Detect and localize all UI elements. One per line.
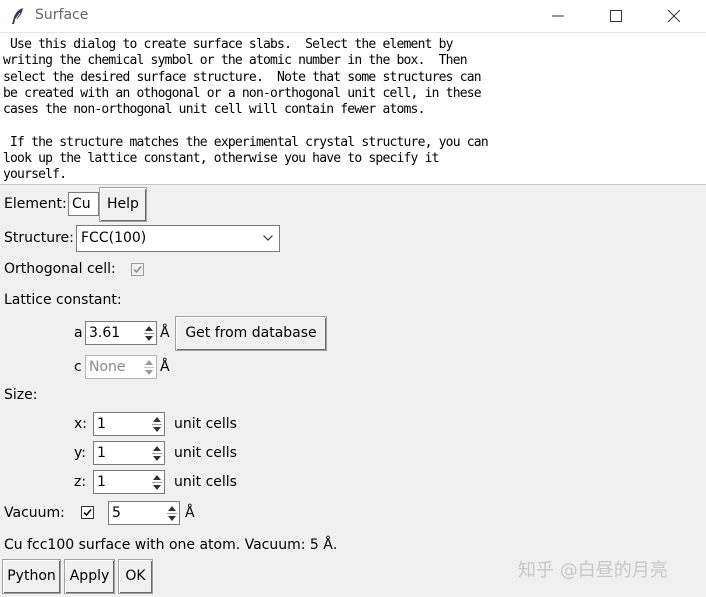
size-z-label: z: bbox=[74, 474, 87, 490]
spin-arrows-icon[interactable] bbox=[152, 445, 162, 462]
lattice-a-unit: Å bbox=[160, 325, 170, 341]
window-title: Surface bbox=[35, 7, 89, 23]
lattice-c-label: c bbox=[74, 359, 82, 375]
ok-button[interactable]: OK bbox=[118, 559, 153, 594]
description-text: Use this dialog to create surface slabs.… bbox=[0, 33, 706, 185]
size-x-value: 1 bbox=[97, 416, 106, 432]
spin-arrows-icon[interactable] bbox=[144, 359, 154, 376]
structure-selected-value: FCC(100) bbox=[81, 230, 147, 246]
watermark-text: 知乎 @白昼的月亮 bbox=[518, 560, 668, 581]
structure-label: Structure: bbox=[4, 230, 74, 246]
maximize-icon bbox=[610, 10, 622, 22]
spin-arrows-icon[interactable] bbox=[144, 325, 154, 342]
status-text: Cu fcc100 surface with one atom. Vacuum:… bbox=[4, 537, 338, 553]
help-button[interactable]: Help bbox=[99, 187, 147, 222]
lattice-c-value: None bbox=[89, 359, 126, 375]
maximize-button[interactable] bbox=[593, 0, 639, 32]
orthogonal-cell-checkbox[interactable] bbox=[131, 263, 144, 276]
vacuum-unit: Å bbox=[185, 505, 195, 521]
vacuum-spinbox[interactable]: 5 bbox=[108, 501, 180, 525]
vacuum-checkbox[interactable] bbox=[81, 506, 94, 519]
size-x-label: x: bbox=[74, 416, 88, 432]
chevron-down-icon bbox=[263, 235, 273, 241]
lattice-a-label: a bbox=[74, 325, 83, 341]
size-z-spinbox[interactable]: 1 bbox=[93, 470, 165, 494]
lattice-constant-label: Lattice constant: bbox=[4, 292, 122, 308]
size-label: Size: bbox=[4, 387, 38, 403]
minimize-icon bbox=[552, 15, 564, 17]
vacuum-label: Vacuum: bbox=[4, 505, 65, 521]
get-from-database-button[interactable]: Get from database bbox=[175, 316, 327, 351]
structure-select[interactable]: FCC(100) bbox=[76, 225, 280, 252]
element-input[interactable]: Cu bbox=[68, 192, 99, 216]
size-y-label: y: bbox=[74, 445, 86, 461]
spin-arrows-icon[interactable] bbox=[152, 416, 162, 433]
size-x-spinbox[interactable]: 1 bbox=[93, 412, 165, 436]
description-paragraph-2: If the structure matches the experimenta… bbox=[3, 134, 489, 183]
lattice-c-spinbox[interactable]: None bbox=[85, 355, 157, 379]
python-button[interactable]: Python bbox=[2, 559, 61, 594]
checkmark-icon bbox=[83, 509, 92, 517]
minimize-button[interactable] bbox=[535, 0, 581, 32]
spin-arrows-icon[interactable] bbox=[152, 474, 162, 491]
size-y-spinbox[interactable]: 1 bbox=[93, 441, 165, 465]
vacuum-value: 5 bbox=[112, 505, 121, 521]
size-x-unit: unit cells bbox=[174, 416, 237, 432]
spin-arrows-icon[interactable] bbox=[167, 505, 177, 522]
size-z-value: 1 bbox=[97, 474, 106, 490]
lattice-a-value: 3.61 bbox=[89, 325, 121, 341]
close-icon bbox=[668, 10, 680, 22]
orthogonal-cell-label: Orthogonal cell: bbox=[4, 261, 116, 277]
lattice-a-spinbox[interactable]: 3.61 bbox=[85, 321, 157, 345]
size-z-unit: unit cells bbox=[174, 474, 237, 490]
size-y-unit: unit cells bbox=[174, 445, 237, 461]
size-y-value: 1 bbox=[97, 445, 106, 461]
lattice-c-unit: Å bbox=[160, 359, 170, 375]
close-button[interactable] bbox=[651, 0, 697, 32]
apply-button[interactable]: Apply bbox=[64, 559, 115, 594]
element-label: Element: bbox=[4, 196, 67, 212]
checkmark-icon bbox=[133, 266, 142, 274]
title-bar: Surface bbox=[0, 0, 706, 33]
feather-icon bbox=[9, 7, 27, 25]
description-paragraph-1: Use this dialog to create surface slabs.… bbox=[3, 37, 482, 118]
